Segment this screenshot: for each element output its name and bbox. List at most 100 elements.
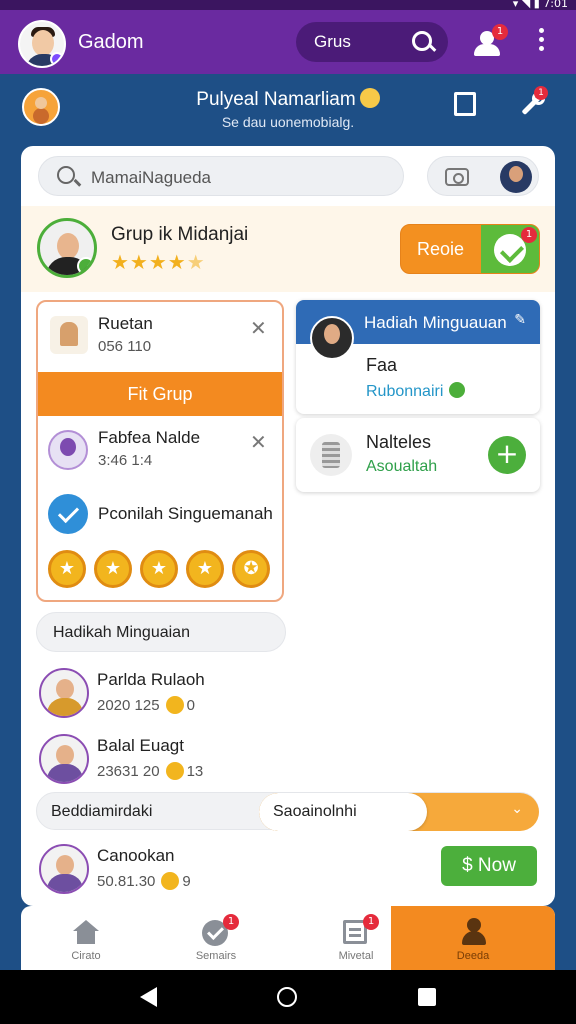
more-menu-icon[interactable] [536,28,546,56]
item-name: Fabfea Nalde [98,428,201,447]
list-item[interactable]: Balal Euagt 23631 20 13 [21,728,555,794]
bottom-nav: Cirato 1 Semairs 1 Mivetal Deeda [21,906,555,970]
weekly-reward-card[interactable]: Hadiah Minguauan ✎ Faa Rubonnairi [296,300,540,414]
camera-icon[interactable] [445,168,469,186]
nav-label: Deeda [456,950,490,962]
check-circle-icon [48,494,88,534]
member-link[interactable]: Rubonnairi [366,382,466,401]
coin-icon[interactable]: ★ [94,550,132,588]
member-name: Faa [366,355,398,375]
group-header: Grup ik Midanjai ★★★★★ Reoie 1 [21,206,555,292]
sub-header-title: Pulyeal Namarliam [0,88,576,111]
user-icon [461,918,487,946]
chevron-down-icon: ⌄ [511,801,523,817]
record-button[interactable]: Reoie 1 [400,224,540,274]
item-value: 056 110 [98,338,152,355]
search-icon [57,166,75,184]
home-circle-icon[interactable] [277,987,297,1007]
toolbar-group [427,156,539,196]
coin-row: ★ ★ ★ ★ ✪ [48,550,278,590]
nav-item-tasks[interactable]: 1 Semairs [151,906,281,970]
sub-header: Pulyeal Namarliam Se dau uonemobialg. 1 [0,74,576,144]
add-item-card[interactable]: Nalteles Asoualtah + [296,418,540,492]
system-icons: ▾ ◥ ▮ 7:01 [512,0,568,10]
nav-item-home[interactable]: Cirato [21,906,151,970]
member-avatar [39,734,89,784]
recents-icon[interactable] [418,988,436,1006]
member-avatar [39,844,89,894]
filter-select[interactable]: Saoainolnhi ⌄ [259,793,539,831]
coin-icon [161,872,180,890]
card-title: Nalteles [366,432,432,452]
member-name: Parlda Rulaoh [97,670,205,689]
section-title: Hadikah Minguaian [36,612,286,652]
list-item[interactable]: Fabfea Nalde 3:46 1:4 ✕ [38,416,282,488]
card-title: Hadiah Minguauan [364,313,507,332]
close-icon[interactable]: ✕ [250,430,267,454]
member-avatar [48,430,88,470]
nav-label: Semairs [195,950,237,962]
tool-badge: 1 [534,86,548,100]
member-meta: 23631 20 13 [97,762,204,780]
coin-icon[interactable]: ★ [48,550,86,588]
smiley-emoji-icon [359,88,380,108]
item-label: Pconilah Singuemanah [98,504,273,523]
pencil-icon[interactable]: ✎ [514,312,526,328]
status-dot-icon [50,52,64,66]
can-icon [310,434,352,476]
search-value: MamaiNagueda [91,168,212,187]
friends-button[interactable]: 1 [470,24,508,60]
app-title: Gadom [78,31,144,53]
search-input[interactable]: MamaiNagueda [38,156,404,196]
wrench-icon[interactable]: 1 [518,86,548,120]
nav-item-profile[interactable]: Deeda [391,906,555,970]
group-title: Grup ik Midanjai [111,224,249,245]
search-icon [412,31,432,51]
member-avatar [310,316,354,360]
nav-label: Cirato [71,950,101,962]
filter-select-value: Saoainolnhi [273,803,357,820]
square-icon[interactable] [454,92,476,116]
filter-row: Beddiamirdaki Saoainolnhi ⌄ [36,792,539,831]
list-item[interactable]: Ruetan 056 110 ✕ [38,302,282,372]
nav-badge: 1 [363,914,379,930]
profile-avatar[interactable] [18,20,66,68]
close-icon[interactable]: ✕ [250,316,267,340]
system-nav-bar [0,970,576,1024]
coin-icon[interactable]: ★ [186,550,224,588]
coin-icon [165,762,184,780]
check-icon [449,382,466,398]
coin-icon [165,696,184,714]
list-item[interactable]: Parlda Rulaoh 2020 125 0 [21,662,555,728]
small-avatar[interactable] [500,161,532,193]
member-name: Canookan [97,846,175,865]
group-panel: Ruetan 056 110 ✕ Fit Grup Fabfea Nalde 3… [36,300,284,602]
coin-icon[interactable]: ★ [140,550,178,588]
item-name: Ruetan [98,314,153,333]
status-bar: ▾ ◥ ▮ 7:01 [0,0,576,10]
verified-icon [77,257,94,275]
rating-stars: ★★★★★ [111,250,206,274]
notification-badge: 1 [492,24,508,40]
record-badge: 1 [521,227,537,243]
coin-icon[interactable]: ✪ [232,550,270,588]
filter-label: Beddiamirdaki [51,803,153,820]
main-card: MamaiNagueda Grup ik Midanjai ★★★★★ Reoi… [21,146,555,906]
member-meta: 50.81.30 9 [97,872,191,890]
header-search-button[interactable]: Grus [296,22,448,62]
character-icon [50,316,88,354]
fit-group-button[interactable]: Fit Grup [38,372,282,416]
back-icon[interactable] [140,987,157,1007]
member-avatar [39,668,89,718]
add-button[interactable]: + [488,436,526,474]
item-value: 3:46 1:4 [98,452,153,469]
nav-badge: 1 [223,914,239,930]
group-avatar[interactable] [37,218,97,278]
home-icon [73,920,99,944]
app-bar: Gadom Grus 1 [0,10,576,74]
member-meta: 2020 125 0 [97,696,195,714]
now-button[interactable]: $ Now [441,846,537,886]
header-search-label: Grus [314,32,351,51]
member-name: Balal Euagt [97,736,184,755]
list-item[interactable]: Pconilah Singuemanah [38,488,282,538]
